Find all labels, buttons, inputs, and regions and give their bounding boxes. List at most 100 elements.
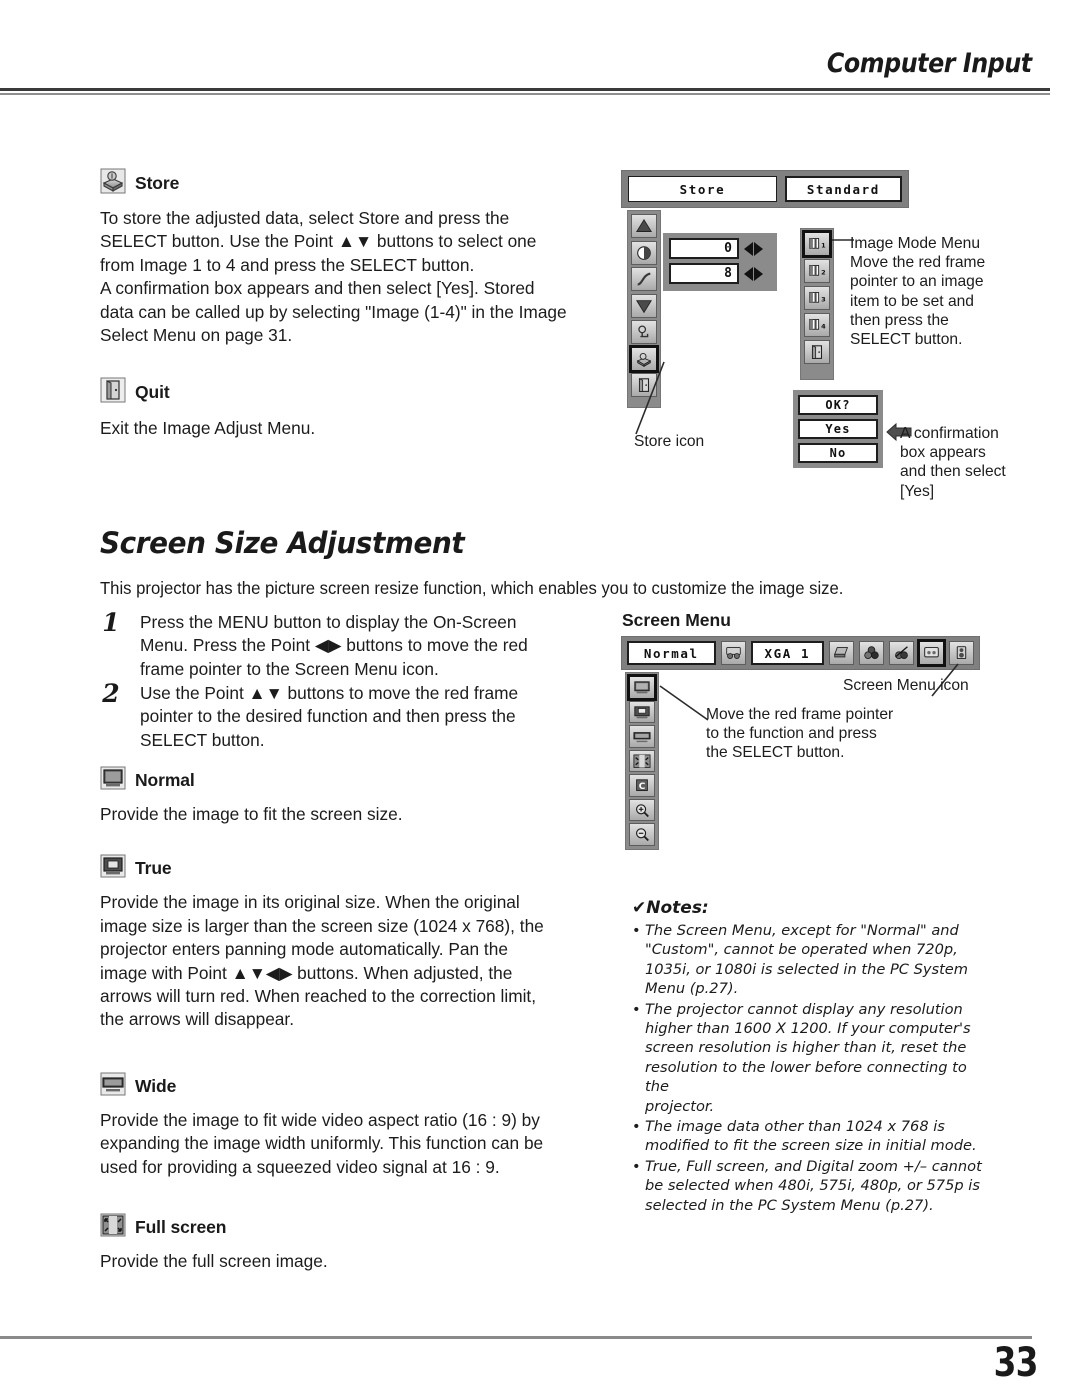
digital-zoom-in-icon[interactable] (629, 798, 655, 822)
contrast-down-icon[interactable] (631, 293, 657, 318)
image-3-icon[interactable]: 3 (804, 286, 830, 310)
step-1-number: 1 (102, 608, 120, 637)
svg-text:3: 3 (821, 295, 826, 303)
screen-size-modes: Normal Provide the image to fit the scre… (100, 766, 605, 1301)
store-section: Store To store the adjusted data, select… (100, 168, 605, 347)
door-icon (100, 377, 126, 408)
store-heading-row: Store (100, 168, 605, 199)
mode-wide-heading-row: Wide (100, 1072, 605, 1101)
door-icon[interactable] (804, 340, 830, 364)
note-item: True, Full screen, and Digital zoom +/– … (632, 1157, 992, 1215)
mode-wide-body: Provide the image to fit wide video aspe… (100, 1109, 544, 1177)
screen-menu-osd-bar: Normal XGA 1 (621, 636, 980, 670)
notes-heading: ✔Notes: (632, 898, 992, 918)
reset-icon[interactable] (631, 320, 657, 344)
store-heading: Store (135, 173, 180, 193)
mode-true-body: Provide the image in its original size. … (100, 892, 544, 1030)
mode-normal: Normal Provide the image to fit the scre… (100, 766, 605, 826)
notes-list: The Screen Menu, except for "Normal" and… (632, 921, 992, 1215)
callout-screen-menu-icon: Screen Menu icon (843, 677, 969, 694)
store-box-icon[interactable] (629, 344, 659, 373)
osd-field-xga[interactable]: XGA 1 (750, 641, 824, 665)
footer-rule (0, 1336, 1032, 1339)
left-right-arrows-icon[interactable] (744, 266, 763, 281)
screen-wide-icon[interactable] (629, 725, 655, 748)
leader-line-store-icon (635, 361, 665, 435)
mode-full-screen: Full screen Provide the full screen imag… (100, 1213, 605, 1273)
quit-body: Exit the Image Adjust Menu. (100, 418, 316, 439)
store-body: To store the adjusted data, select Store… (100, 208, 567, 346)
value-row: 0 (669, 238, 771, 259)
screen-menu-label: Screen Menu (622, 610, 731, 630)
step-2: 2 Use the Point ▲▼ buttons to move the r… (100, 679, 600, 752)
mode-true-heading-row: True (100, 854, 605, 883)
note-item: The Screen Menu, except for "Normal" and… (632, 921, 992, 999)
gamma-curve-icon[interactable] (631, 267, 657, 291)
screen-full-icon (100, 1213, 126, 1242)
value-field-2[interactable]: 8 (669, 263, 739, 284)
step-2-text: Use the Point ▲▼ buttons to move the red… (140, 683, 519, 750)
image-2-icon[interactable]: 2 (804, 259, 830, 283)
svg-text:C: C (639, 782, 646, 792)
left-right-arrows-icon[interactable] (744, 241, 763, 256)
svg-text:4: 4 (821, 322, 826, 330)
color-balls-icon[interactable] (859, 641, 884, 665)
left-column: Store To store the adjusted data, select… (100, 168, 605, 441)
digital-zoom-out-icon[interactable] (629, 823, 655, 847)
svg-text:2: 2 (821, 268, 826, 276)
page-header-title: Computer Input (827, 48, 1032, 79)
image-mode-menu-rail: 1 2 3 4 (800, 228, 834, 380)
svg-text:1: 1 (821, 241, 826, 249)
mode-full-body: Provide the full screen image. (100, 1251, 328, 1272)
confirm-title: OK? (798, 395, 878, 415)
store-box-icon (100, 168, 126, 199)
confirm-no-button[interactable]: No (798, 443, 878, 463)
step-2-number: 2 (102, 679, 120, 708)
mode-true-heading: True (135, 858, 172, 879)
custom-c-icon[interactable]: C (629, 774, 655, 797)
mode-full-heading-row: Full screen (100, 1213, 605, 1242)
callout-image-mode-menu: Image Mode Menu Move the red frame point… (850, 235, 986, 349)
confirmation-box: OK? Yes No (793, 390, 883, 468)
osd-field-store[interactable]: Store (628, 176, 777, 202)
notes-heading-text: Notes: (646, 898, 709, 918)
screen-size-intro: This projector has the picture screen re… (100, 578, 844, 598)
note-item: The projector cannot display any resolut… (632, 1000, 992, 1116)
osd-field-normal[interactable]: Normal (627, 641, 716, 665)
mode-true: True Provide the image in its original s… (100, 854, 605, 1031)
laptop-input-icon[interactable] (829, 641, 854, 665)
screen-normal-icon[interactable] (627, 674, 657, 701)
screen-menu-icon-rail: C (625, 672, 659, 850)
mode-wide-heading: Wide (135, 1075, 177, 1096)
quit-heading: Quit (135, 382, 170, 403)
confirm-yes-button[interactable]: Yes (798, 419, 878, 439)
image-4-icon[interactable]: 4 (804, 313, 830, 337)
screen-full-icon[interactable] (629, 749, 655, 773)
screen-icon[interactable] (917, 639, 946, 667)
screen-wide-icon (100, 1072, 126, 1101)
screen-true-icon (100, 854, 126, 883)
note-item: The image data other than 1024 x 768 is … (632, 1117, 992, 1156)
osd-field-standard[interactable]: Standard (784, 176, 902, 202)
quit-heading-row: Quit (100, 377, 605, 408)
image-adjust-icon[interactable] (889, 641, 914, 665)
image-adjust-value-panel: 0 8 (663, 233, 777, 291)
mode-wide: Wide Provide the image to fit wide video… (100, 1072, 605, 1179)
check-mark-icon: ✔ (632, 898, 647, 918)
contrast-up-icon[interactable] (631, 214, 657, 238)
screen-true-icon[interactable] (629, 700, 655, 724)
screen-normal-icon (100, 766, 126, 795)
callout-move-pointer: Move the red frame pointer to the functi… (706, 706, 894, 762)
value-field-1[interactable]: 0 (669, 238, 739, 259)
quit-section: Quit Exit the Image Adjust Menu. (100, 377, 605, 440)
callout-confirmation: A confirmation box appears and then sele… (900, 425, 1006, 500)
pc-system-icon[interactable] (720, 641, 746, 665)
step-1: 1 Press the MENU button to display the O… (100, 608, 600, 681)
header-rule (0, 88, 1050, 95)
mode-normal-heading: Normal (135, 770, 195, 790)
mode-full-heading: Full screen (135, 1217, 227, 1238)
brightness-icon[interactable] (631, 240, 657, 265)
image-1-icon[interactable]: 1 (802, 230, 832, 258)
leader-line-move-pointer (659, 685, 709, 721)
value-row: 8 (669, 263, 771, 284)
